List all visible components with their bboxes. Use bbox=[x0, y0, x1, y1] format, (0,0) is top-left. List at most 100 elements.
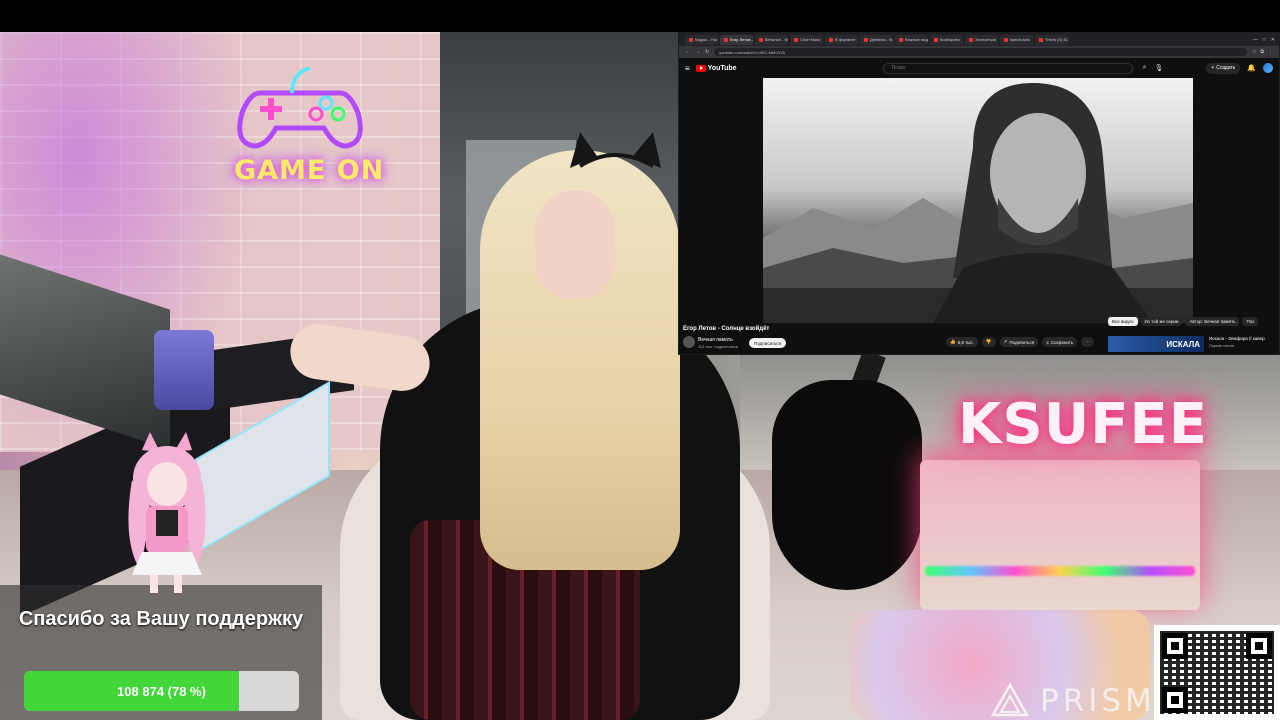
notifications-bell-icon[interactable]: 🔔 bbox=[1247, 64, 1256, 72]
create-label: Создать bbox=[1216, 65, 1236, 71]
browser-tab[interactable]: Кадры - YouTube bbox=[685, 34, 718, 45]
reload-icon[interactable]: ↻ bbox=[705, 49, 709, 55]
tab-label: Дневник - Кон bbox=[870, 37, 893, 42]
prism-logo-icon bbox=[990, 682, 1030, 717]
browser-tab[interactable]: Chat+Nano bbox=[790, 34, 823, 45]
streamer-face bbox=[535, 190, 615, 300]
tab-favicon-icon bbox=[724, 37, 728, 42]
prism-watermark: PRISM bbox=[1040, 683, 1156, 719]
tab-favicon-icon bbox=[899, 37, 903, 42]
menu-dots-icon[interactable]: ⋮ bbox=[1268, 49, 1273, 55]
account-avatar[interactable] bbox=[1263, 63, 1273, 73]
window-controls: — □ ✕ bbox=[1249, 37, 1279, 43]
browser-tab[interactable]: Записаться bbox=[965, 34, 998, 45]
video-player[interactable] bbox=[763, 78, 1193, 323]
tab-label: Tribes (3) 4/2 bbox=[1045, 37, 1068, 42]
save-label: Сохранить bbox=[1050, 339, 1074, 345]
star-icon[interactable]: ☆ bbox=[1252, 49, 1256, 55]
tab-favicon-icon bbox=[969, 37, 973, 42]
qr-code bbox=[1154, 625, 1280, 720]
neon-light-box bbox=[920, 460, 1200, 610]
ksufee-neon-sign: KSUFEE bbox=[958, 392, 1208, 457]
tab-favicon-icon bbox=[794, 37, 798, 42]
tab-favicon-icon bbox=[689, 37, 693, 42]
recommendation-chip[interactable]: Все видео bbox=[1108, 317, 1138, 326]
more-actions-button[interactable]: ⋯ bbox=[1081, 337, 1094, 347]
browser-tab[interactable]: Важные видео bbox=[895, 34, 928, 45]
tab-bar: Кадры - YouTube Егор Летов - С... Behance … bbox=[679, 33, 1279, 46]
donation-progress-bar: 108 874 (78 %) bbox=[24, 671, 299, 711]
forward-icon[interactable]: → bbox=[695, 49, 700, 55]
recommendation-title[interactable]: Искала - Земфира // кавер bbox=[1209, 336, 1279, 341]
youtube-header: ≡ YouTube Поиск ⌕ 🎙 + Создать 🔔 bbox=[679, 58, 1279, 78]
tab-label: Кадры - YouTube bbox=[695, 37, 718, 42]
browser-tab[interactable]: ksenia-kwo bbox=[1000, 34, 1033, 45]
microphone-icon[interactable]: 🎙 bbox=[1155, 64, 1164, 72]
youtube-play-icon bbox=[695, 64, 706, 72]
recommendation-channel: Ларкин песни bbox=[1209, 343, 1235, 348]
tab-favicon-icon bbox=[1039, 37, 1043, 42]
search-icon[interactable]: ⌕ bbox=[1143, 64, 1147, 72]
share-label: Поделиться bbox=[1009, 339, 1035, 345]
dislike-button[interactable]: 👎 bbox=[981, 337, 996, 347]
share-button[interactable]: ↗ Поделиться bbox=[999, 337, 1039, 347]
like-button[interactable]: 👍 6,8 тыс. bbox=[946, 337, 978, 347]
tab-favicon-icon bbox=[934, 37, 938, 42]
extensions-icon[interactable]: ⧉ bbox=[1260, 49, 1264, 55]
save-button[interactable]: ≡ Сохранить bbox=[1042, 337, 1078, 347]
plus-icon: + bbox=[1211, 65, 1215, 71]
subscribe-button[interactable]: Подписаться bbox=[749, 338, 786, 348]
tab-label: Behance - Wh... bbox=[765, 37, 788, 42]
video-actions: 👍 6,8 тыс. 👎 ↗ Поделиться ≡ Сохранить ⋯ bbox=[946, 337, 1094, 347]
maximize-icon[interactable]: □ bbox=[1263, 37, 1266, 43]
qr-finder bbox=[1162, 633, 1188, 659]
recommendation-chips: Все видео Из той же серии Автор: Вечная па… bbox=[1108, 317, 1259, 326]
save-icon: ≡ bbox=[1046, 339, 1049, 345]
create-button[interactable]: + Создать bbox=[1206, 62, 1241, 74]
cup bbox=[154, 330, 214, 410]
browser-tab[interactable]: В формате bbox=[825, 34, 858, 45]
channel-avatar[interactable] bbox=[683, 336, 695, 348]
tab-label: Егор Летов - С... bbox=[730, 37, 753, 42]
video-title: Егор Летов - Солнце взойдёт bbox=[683, 326, 770, 332]
video-meta: Егор Летов - Солнце взойдёт Вечная памят… bbox=[679, 317, 1279, 354]
tab-favicon-icon bbox=[759, 37, 763, 42]
close-icon[interactable]: ✕ bbox=[1271, 37, 1275, 43]
led-strip bbox=[925, 566, 1195, 576]
cat-ears-icon bbox=[570, 132, 661, 168]
recommendation-chip[interactable]: Из той же серии bbox=[1140, 317, 1183, 326]
acoustic-guitar bbox=[772, 380, 922, 590]
recommendation-chip[interactable]: Пох bbox=[1242, 317, 1259, 326]
qr-finder bbox=[1246, 633, 1272, 659]
browser-window: Кадры - YouTube Егор Летов - С... Behance … bbox=[678, 32, 1280, 355]
browser-tab[interactable]: Behance - Wh... bbox=[755, 34, 788, 45]
channel-name[interactable]: Вечная память bbox=[698, 337, 733, 343]
minimize-icon[interactable]: — bbox=[1253, 37, 1258, 43]
stream-scene: GAME ON KSUFEE PRISM Спасибо за Вашу под… bbox=[0, 0, 1280, 720]
search-input[interactable]: Поиск bbox=[882, 62, 1133, 74]
browser-tab[interactable]: Ксабарова bbox=[930, 34, 963, 45]
browser-toolbar-icons: ☆ ⧉ ⋮ bbox=[1252, 49, 1273, 55]
like-count: 6,8 тыс. bbox=[957, 339, 974, 345]
youtube-logo[interactable]: YouTube bbox=[695, 64, 737, 72]
browser-tab[interactable]: Дневник - Кон bbox=[860, 34, 893, 45]
share-icon: ↗ bbox=[1003, 339, 1008, 344]
browser-tab[interactable]: Егор Летов - С... bbox=[720, 34, 753, 45]
recommendation-thumbnail[interactable]: ИСКАЛА bbox=[1108, 336, 1204, 352]
tab-favicon-icon bbox=[1004, 37, 1008, 42]
tab-label: Записаться bbox=[975, 37, 997, 42]
recommendation-chip[interactable]: Автор: Вечная память bbox=[1185, 317, 1240, 326]
hamburger-menu-icon[interactable]: ≡ bbox=[685, 64, 690, 73]
gamepad-icon bbox=[237, 66, 363, 149]
search-icons: ⌕ 🎙 bbox=[1143, 64, 1164, 72]
url-input[interactable]: youtube.com/watch?v=l9IC-MbKOYA bbox=[714, 48, 1247, 56]
header-right: + Создать 🔔 bbox=[1206, 62, 1273, 74]
browser-tab[interactable]: Tribes (3) 4/2 bbox=[1035, 34, 1068, 45]
youtube-logo-text: YouTube bbox=[707, 64, 737, 72]
back-icon[interactable]: ← bbox=[685, 49, 690, 55]
address-bar: ← → ↻ youtube.com/watch?v=l9IC-MbKOYA ☆ … bbox=[679, 46, 1279, 58]
tab-label: ksenia-kwo bbox=[1010, 37, 1031, 42]
donation-thanks-message: Спасибо за Вашу поддержку bbox=[18, 608, 304, 630]
donation-progress-label: 108 874 (78 %) bbox=[117, 683, 206, 699]
performer-portrait bbox=[933, 83, 1153, 323]
